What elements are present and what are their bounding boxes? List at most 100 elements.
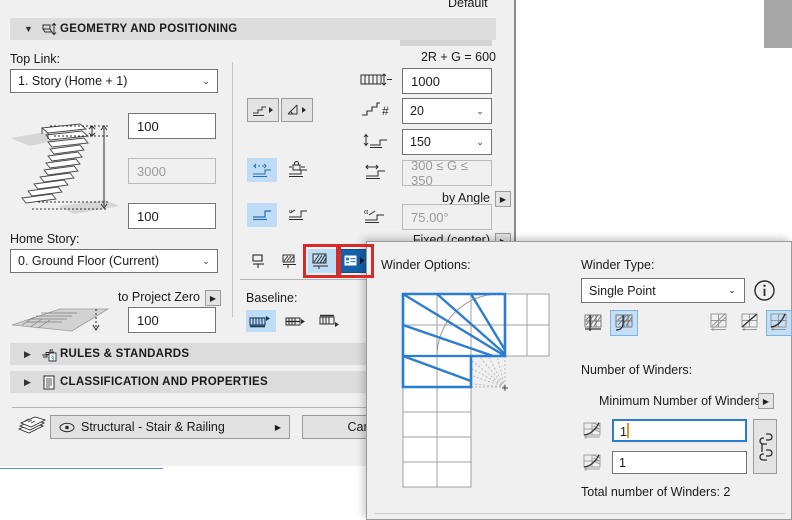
panel-divider (232, 62, 233, 317)
tread-total-icon (358, 70, 394, 90)
going-icon (360, 162, 394, 182)
winder-count-1-input[interactable]: 1 (612, 419, 747, 442)
riser-count-combo[interactable]: 20 ⌄ (402, 98, 492, 124)
eye-icon (59, 422, 75, 433)
winder-shape-2-button[interactable] (736, 310, 764, 336)
annotation-winder-settings-icon (336, 244, 374, 278)
baseline-label: Baseline: (246, 291, 298, 305)
section-header-geometry[interactable]: ▼ GEOMETRY AND POSITIONING (10, 18, 496, 40)
tread-total-field[interactable]: 1000 (402, 68, 492, 94)
winder-curved-button[interactable] (610, 310, 638, 336)
link-chain-button[interactable] (753, 419, 777, 474)
winder-count-1-icon (581, 420, 607, 442)
stair-landing-button[interactable] (278, 250, 304, 272)
triangle-right-icon: ▶ (762, 396, 770, 406)
winder-count-2-icon (581, 452, 607, 474)
winder-count-2-value: 1 (619, 455, 626, 470)
stair-structure-button[interactable] (247, 98, 279, 122)
flight-flat-button[interactable] (247, 203, 277, 227)
triangle-right-icon: ▶ (274, 422, 281, 432)
background-grey-strip (764, 0, 792, 48)
by-angle-label: by Angle (442, 191, 490, 205)
section-title: CLASSIFICATION AND PROPERTIES (60, 376, 268, 388)
stair-angle-icon: α (360, 206, 394, 226)
chevron-down-icon: ⌄ (476, 105, 484, 116)
formula-label: 2R + G = 600 (420, 50, 496, 64)
home-story-label: Home Story: (10, 232, 80, 246)
winder-shape-3-button[interactable] (766, 310, 792, 336)
layer-value: Structural - Stair & Railing (81, 420, 225, 434)
triangle-right-icon: ▶ (209, 293, 217, 303)
top-link-value: 1. Story (Home + 1) (18, 74, 128, 88)
favorites-icon[interactable] (16, 415, 46, 437)
winder-count-2-input[interactable]: 1 (612, 451, 747, 474)
baseline-end-button[interactable] (316, 310, 346, 332)
to-project-zero-popup-button[interactable]: ▶ (205, 290, 221, 306)
baseline-start-button[interactable] (246, 310, 276, 332)
winder-options-dialog: Winder Options: Winder Type: Single Poin… (366, 241, 792, 520)
winder-options-label: Winder Options: (381, 258, 471, 272)
angle-field: 75.00° (402, 204, 492, 230)
riser-height-combo[interactable]: 150 ⌄ (402, 129, 492, 155)
riser-height-value: 150 (410, 135, 431, 149)
winder-type-value: Single Point (589, 283, 656, 298)
winder-type-combo[interactable]: Single Point ⌄ (581, 278, 745, 303)
top-link-label: Top Link: (10, 52, 61, 66)
total-height-value: 3000 (137, 163, 166, 179)
project-zero-value: 100 (137, 312, 159, 328)
section-title: GEOMETRY AND POSITIONING (60, 23, 238, 35)
focus-underline (0, 468, 163, 469)
home-story-combo[interactable]: 0. Ground Floor (Current) ⌄ (10, 249, 218, 273)
to-project-zero-label: to Project Zero (118, 290, 200, 304)
document-icon (38, 375, 60, 390)
stair-direction-button[interactable] (281, 98, 313, 122)
triangle-right-icon: ▶ (499, 194, 507, 204)
chevron-down-icon: ⌄ (476, 136, 484, 147)
chevron-down-icon: ⌄ (202, 75, 210, 86)
winder-type-label: Winder Type: (581, 258, 655, 272)
winder-l-shape-preview (393, 284, 553, 489)
text-caret (626, 422, 629, 438)
section-title: RULES & STANDARDS (60, 348, 190, 360)
winder-straight-button[interactable] (579, 310, 607, 336)
winder-count-1-value: 1 (620, 424, 627, 439)
tread-lock-button[interactable] (283, 158, 313, 182)
top-offset-field[interactable]: 100 (128, 113, 216, 139)
top-link-combo[interactable]: 1. Story (Home + 1) ⌄ (10, 69, 218, 93)
minimum-number-popup-button[interactable]: ▶ (758, 393, 774, 409)
minimum-number-label: Minimum Number of Winders (599, 394, 761, 408)
info-icon[interactable] (752, 278, 777, 303)
layer-selector-button[interactable]: Structural - Stair & Railing ▶ (50, 415, 290, 439)
chevron-down-icon: ⌄ (728, 285, 736, 295)
stair-edge-button[interactable] (248, 250, 274, 272)
going-range-value: 300 ≤ G ≤ 350 (411, 158, 468, 188)
riser-height-icon (360, 131, 394, 151)
total-height-field: 3000 (128, 158, 216, 184)
chevron-right-icon: ▶ (24, 348, 31, 359)
tread-total-value: 1000 (411, 73, 440, 89)
riser-count-value: 20 (410, 104, 424, 118)
tread-width-button[interactable] (247, 158, 277, 182)
baseline-middle-button[interactable] (282, 310, 312, 332)
riser-count-icon: # (360, 100, 394, 120)
project-zero-field[interactable]: 100 (128, 307, 216, 333)
svg-text:§: § (51, 353, 55, 361)
default-label: Default (448, 0, 488, 10)
chevron-down-icon: ▼ (24, 23, 33, 34)
stair-section-preview (8, 110, 120, 215)
stair-plan-preview (10, 305, 110, 335)
bottom-offset-field[interactable]: 100 (128, 203, 216, 229)
home-story-value: 0. Ground Floor (Current) (18, 254, 160, 268)
flight-angle-button[interactable]: α (283, 203, 313, 227)
winder-shape-1-button[interactable] (705, 310, 733, 336)
chevron-down-icon: ⌄ (202, 255, 210, 266)
rules-standards-icon: § (38, 347, 60, 362)
bottom-offset-value: 100 (137, 208, 159, 224)
stair-height-icon (38, 22, 60, 36)
svg-text:#: # (382, 104, 389, 118)
dialog-bottom-divider (375, 513, 785, 514)
by-angle-popup-button[interactable]: ▶ (495, 191, 511, 207)
total-winders-label: Total number of Winders: 2 (581, 485, 731, 499)
svg-text:α: α (364, 207, 369, 216)
number-of-winders-label: Number of Winders: (581, 363, 693, 377)
